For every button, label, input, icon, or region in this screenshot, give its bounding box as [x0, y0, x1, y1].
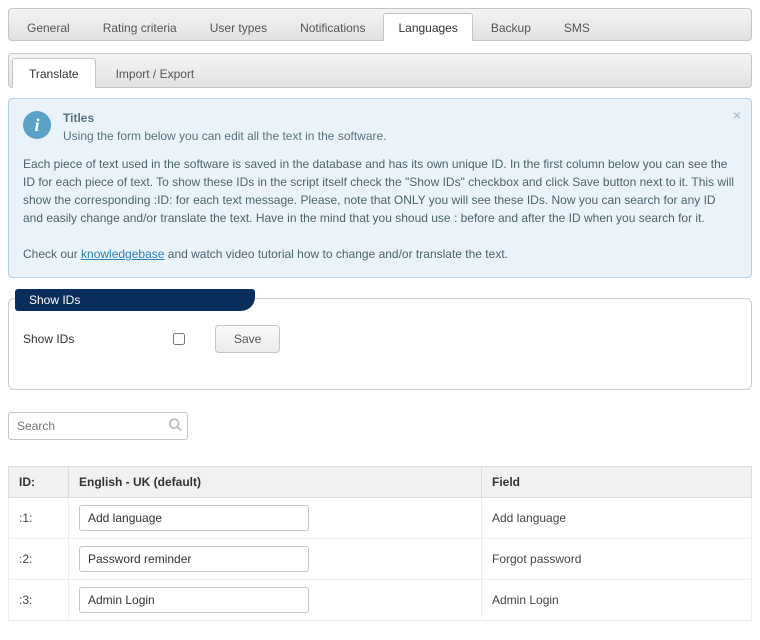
- translation-input[interactable]: [79, 587, 309, 613]
- show-ids-fieldset: Show IDs Show IDs Save: [8, 298, 752, 390]
- cell-id: :1:: [9, 498, 69, 539]
- cell-id: :2:: [9, 539, 69, 580]
- cell-field: Admin Login: [482, 580, 752, 621]
- table-row: :2: Forgot password: [9, 539, 752, 580]
- search-wrap: [8, 412, 188, 440]
- tab-sms[interactable]: SMS: [549, 13, 605, 41]
- info-title: Titles: [63, 109, 387, 127]
- cell-id: :3:: [9, 580, 69, 621]
- close-icon[interactable]: ×: [733, 105, 741, 126]
- info-footer-pre: Check our: [23, 247, 81, 261]
- fieldset-legend: Show IDs: [15, 289, 255, 311]
- tab-rating-criteria[interactable]: Rating criteria: [88, 13, 192, 41]
- tab-languages[interactable]: Languages: [383, 13, 472, 41]
- info-body: Each piece of text used in the software …: [23, 155, 737, 227]
- info-subtitle: Using the form below you can edit all th…: [63, 127, 387, 145]
- info-icon: i: [23, 111, 51, 139]
- tab-backup[interactable]: Backup: [476, 13, 546, 41]
- translations-table: ID: English - UK (default) Field :1: Add…: [8, 466, 752, 621]
- col-header-field: Field: [482, 467, 752, 498]
- show-ids-checkbox[interactable]: [173, 333, 185, 345]
- search-input[interactable]: [8, 412, 188, 440]
- translation-input[interactable]: [79, 505, 309, 531]
- table-row: :3: Admin Login: [9, 580, 752, 621]
- sub-tabbar: Translate Import / Export: [8, 53, 752, 88]
- cell-field: Forgot password: [482, 539, 752, 580]
- top-tabbar: General Rating criteria User types Notif…: [8, 8, 752, 41]
- info-footer-post: and watch video tutorial how to change a…: [164, 247, 508, 261]
- tab-general[interactable]: General: [12, 13, 85, 41]
- tab-notifications[interactable]: Notifications: [285, 13, 380, 41]
- save-button[interactable]: Save: [215, 325, 280, 353]
- show-ids-label: Show IDs: [23, 332, 173, 346]
- col-header-id: ID:: [9, 467, 69, 498]
- table-row: :1: Add language: [9, 498, 752, 539]
- cell-field: Add language: [482, 498, 752, 539]
- knowledgebase-link[interactable]: knowledgebase: [81, 247, 164, 261]
- subtab-import-export[interactable]: Import / Export: [99, 58, 212, 88]
- subtab-translate[interactable]: Translate: [12, 58, 96, 88]
- translation-input[interactable]: [79, 546, 309, 572]
- info-panel: × i Titles Using the form below you can …: [8, 98, 752, 278]
- tab-user-types[interactable]: User types: [195, 13, 282, 41]
- info-body-footer: Check our knowledgebase and watch video …: [23, 245, 737, 263]
- col-header-lang: English - UK (default): [69, 467, 482, 498]
